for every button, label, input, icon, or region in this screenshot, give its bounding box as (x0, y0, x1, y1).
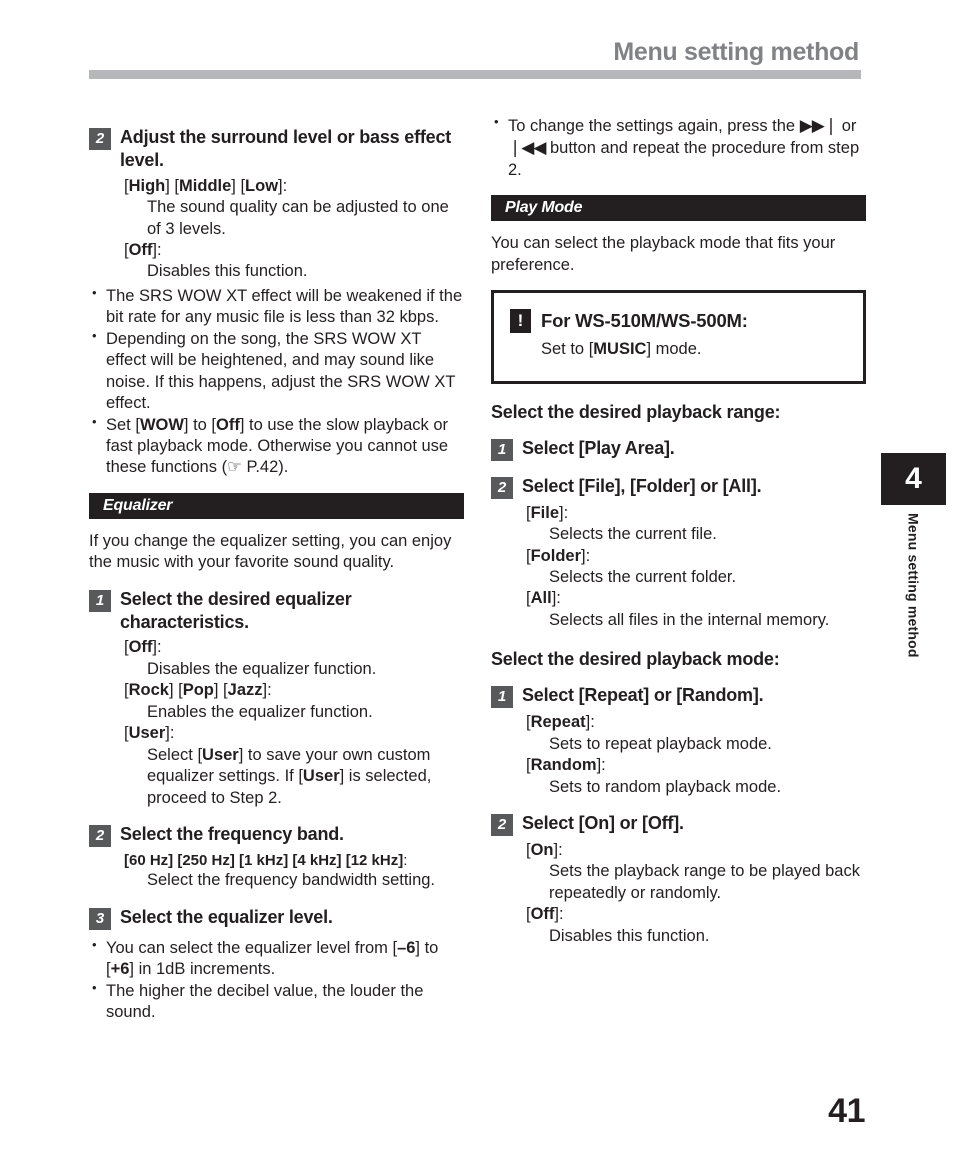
section-banner-equalizer: Equalizer (89, 492, 464, 519)
step-badge: 2 (89, 128, 111, 150)
page-header-title: Menu setting method (613, 38, 859, 66)
chapter-side-label-text: Menu setting method (905, 513, 922, 658)
note-title: For WS-510M/WS-500M: (541, 310, 748, 332)
on-off-definitions: [On]: Sets the playback range to be play… (526, 840, 866, 947)
step-badge: 3 (89, 907, 111, 930)
step-heading: Select the desired equalizer characteris… (120, 588, 352, 632)
step-badge: 2 (491, 814, 513, 836)
surround-notes-list: The SRS WOW XT effect will be weakened i… (89, 285, 464, 479)
right-column: To change the settings again, press the … (491, 112, 866, 947)
definition-description: Sets to repeat playback mode. (549, 734, 772, 753)
note-box-model-compatibility: ! For WS-510M/WS-500M: Set to [MUSIC] mo… (491, 290, 866, 384)
list-item: Depending on the song, the SRS WOW XT ef… (89, 328, 464, 415)
step-heading: Select [File], [Folder] or [All]. (522, 475, 762, 496)
manual-page: Menu setting method 2 Adjust the surroun… (0, 0, 954, 1159)
definition-term: [Off]: (124, 638, 162, 657)
definition-term: [Off]: (124, 241, 162, 260)
definition-description: Disables this function. (549, 926, 710, 945)
chapter-number-tab: 4 (881, 453, 946, 505)
definition-description: Sets the playback range to be played bac… (549, 862, 860, 902)
definition-description: The sound quality can be adjusted to one… (147, 198, 449, 238)
playback-range-definitions: [File]: Selects the current file. [Folde… (526, 503, 866, 632)
step-heading: Select [Play Area]. (522, 437, 675, 458)
step-heading: Adjust the surround level or bass effect… (120, 127, 452, 170)
page-number: 41 (828, 1092, 865, 1130)
definition-term: [Folder]: (526, 546, 591, 565)
page-reference-icon: ☞ (227, 458, 242, 477)
note-text-part-1: To change the settings again, press the (508, 117, 796, 135)
note-header: ! For WS-510M/WS-500M: (510, 309, 847, 334)
section-banner-play-mode: Play Mode (491, 195, 866, 222)
surround-level-definitions: [High] [Middle] [Low]: The sound quality… (124, 176, 464, 283)
step-heading: Select the equalizer level. (120, 906, 333, 927)
frequency-band-definitions: [60 Hz] [250 Hz] [1 kHz] [4 kHz] [12 kHz… (124, 851, 464, 892)
step-select-equalizer-level: 3 Select the equalizer level. (89, 906, 464, 930)
definition-term: [Rock] [Pop] [Jazz]: (124, 681, 272, 700)
step-adjust-surround: 2 Adjust the surround level or bass effe… (89, 126, 464, 172)
step-badge: 2 (491, 476, 513, 499)
step-badge: 1 (89, 589, 111, 612)
definition-description: Select [User] to save your own custom eq… (147, 745, 432, 807)
definition-term: [File]: (526, 503, 569, 522)
list-item: You can select the equalizer level from … (89, 937, 464, 981)
skip-backward-icon: ❘◀◀ (508, 138, 546, 158)
step-select-equalizer-characteristics: 1 Select the desired equalizer character… (89, 588, 464, 634)
left-column: 2 Adjust the surround level or bass effe… (89, 112, 464, 1024)
note-text-part-2: button and repeat the procedure from ste… (508, 139, 860, 179)
equalizer-level-notes-list: You can select the equalizer level from … (89, 937, 464, 1024)
equalizer-intro-text: If you change the equalizer setting, you… (89, 531, 452, 572)
step-badge: 1 (491, 438, 513, 461)
playback-mode-definitions: [Repeat]: Sets to repeat playback mode. … (526, 712, 866, 798)
note-text-conjunction: or (841, 117, 857, 135)
list-item: To change the settings again, press the … (491, 114, 866, 181)
note-body: Set to [MUSIC] mode. (541, 340, 702, 359)
definition-term: [Off]: (526, 905, 564, 924)
list-item: Set [WOW] to [Off] to use the slow playb… (89, 414, 464, 479)
change-settings-note-list: To change the settings again, press the … (491, 114, 866, 181)
play-mode-intro-text: You can select the playback mode that fi… (491, 234, 836, 274)
definition-term: [On]: (526, 841, 563, 859)
definition-description: Selects all files in the internal memory… (549, 610, 830, 629)
step-badge: 1 (491, 686, 513, 709)
definition-description: Sets to random playback mode. (549, 777, 782, 796)
step-heading: Select [Repeat] or [Random]. (522, 685, 764, 706)
definition-term: [All]: (526, 589, 561, 608)
step-heading: Select the frequency band. (120, 823, 344, 844)
definition-term: [60 Hz] [250 Hz] [1 kHz] [4 kHz] [12 kHz… (124, 851, 408, 869)
definition-term: [User]: (124, 724, 175, 743)
definition-term: [High] [Middle] [Low]: (124, 176, 288, 195)
list-item: The higher the decibel value, the louder… (89, 980, 464, 1024)
step-badge: 2 (89, 824, 111, 847)
definition-description: Disables this function. (147, 262, 308, 281)
step-select-on-off: 2 Select [On] or [Off]. (491, 812, 866, 836)
definition-term: [Random]: (526, 756, 606, 775)
step-select-play-area: 1 Select [Play Area]. (491, 437, 866, 461)
definition-description: Selects the current folder. (549, 567, 737, 586)
equalizer-definitions: [Off]: Disables the equalizer function. … (124, 637, 464, 809)
definition-description: Disables the equalizer function. (147, 659, 377, 678)
definition-description: Enables the equalizer function. (147, 702, 373, 721)
header-rule-divider (89, 70, 861, 79)
definition-description: Selects the current file. (549, 525, 717, 544)
chapter-side-label: Menu setting method (881, 513, 946, 733)
definition-description: Select the frequency bandwidth setting. (147, 871, 436, 890)
step-select-file-folder-all: 2 Select [File], [Folder] or [All]. (491, 475, 866, 499)
definition-term: [Repeat]: (526, 713, 595, 732)
subheading-playback-range: Select the desired playback range: (491, 401, 781, 422)
list-item: The SRS WOW XT effect will be weakened i… (89, 285, 464, 329)
subheading-playback-mode: Select the desired playback mode: (491, 649, 780, 670)
exclamation-icon: ! (510, 309, 531, 334)
step-select-frequency-band: 2 Select the frequency band. (89, 823, 464, 847)
step-heading: Select [On] or [Off]. (522, 813, 684, 833)
skip-forward-icon: ▶▶❘ (799, 116, 838, 135)
step-select-repeat-random: 1 Select [Repeat] or [Random]. (491, 684, 866, 709)
